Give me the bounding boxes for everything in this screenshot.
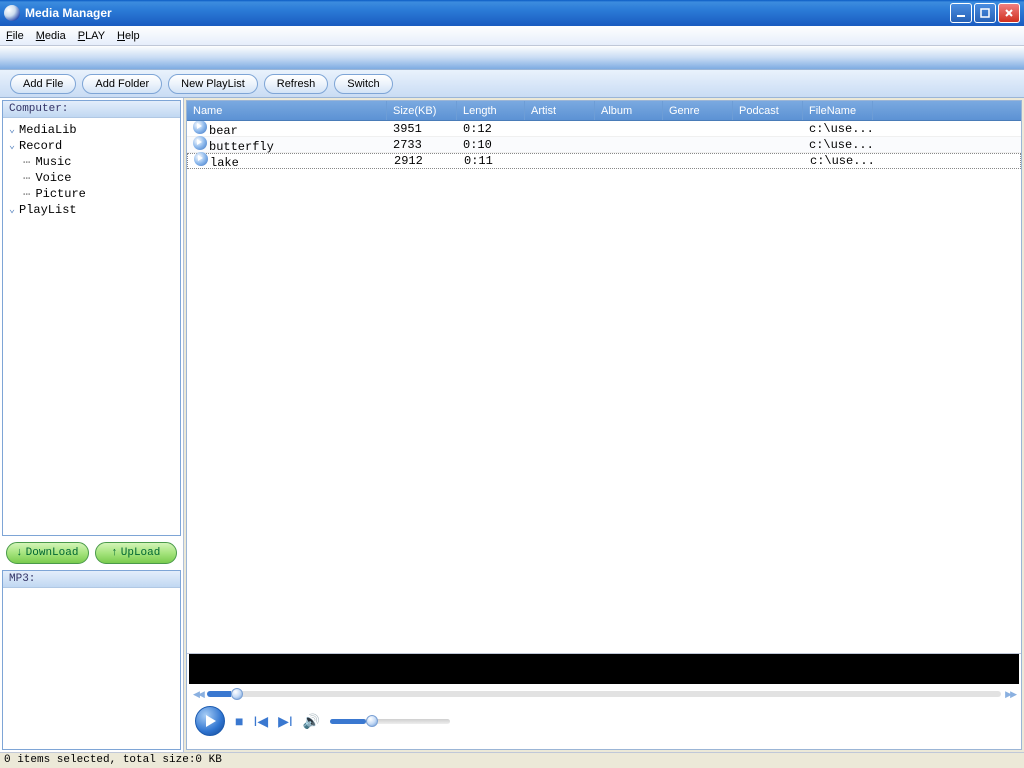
- col-length[interactable]: Length: [457, 101, 525, 120]
- mp3-panel-header: MP3:: [3, 571, 180, 588]
- tree-item-voice[interactable]: ⋯ Voice: [5, 170, 178, 186]
- volume-slider[interactable]: [330, 719, 450, 724]
- col-filename[interactable]: FileName: [803, 101, 873, 120]
- main-area: Name Size(KB) Length Artist Album Genre …: [186, 100, 1022, 750]
- upload-button[interactable]: ↑UpLoad: [95, 542, 178, 564]
- media-file-icon: [194, 152, 208, 166]
- list-row[interactable]: butterfly 2733 0:10 c:\use...: [187, 137, 1021, 153]
- add-folder-button[interactable]: Add Folder: [82, 74, 162, 94]
- tree-item-record[interactable]: ⌄Record: [5, 138, 178, 154]
- sidebar: Computer: ⌄MediaLib ⌄Record ⋯ Music ⋯ Vo…: [0, 98, 184, 752]
- col-size[interactable]: Size(KB): [387, 101, 457, 120]
- gradient-band: [0, 46, 1024, 70]
- tree-item-picture[interactable]: ⋯ Picture: [5, 186, 178, 202]
- switch-button[interactable]: Switch: [334, 74, 392, 94]
- seek-slider[interactable]: [207, 691, 1001, 697]
- close-button[interactable]: [998, 3, 1020, 23]
- toolbar: Add File Add Folder New PlayList Refresh…: [0, 70, 1024, 98]
- seek-fwd-icon[interactable]: ▶▶: [1005, 689, 1015, 700]
- video-strip: [189, 654, 1019, 684]
- refresh-button[interactable]: Refresh: [264, 74, 329, 94]
- chevron-down-icon[interactable]: ⌄: [5, 204, 19, 216]
- file-list: bear 3951 0:12 c:\use... butterfly 2733 …: [187, 121, 1021, 653]
- download-icon: ↓: [16, 547, 23, 559]
- player: ◀◀ ▶▶ ■ I◀ ▶I 🔊: [187, 653, 1021, 749]
- maximize-button[interactable]: [974, 3, 996, 23]
- col-podcast[interactable]: Podcast: [733, 101, 803, 120]
- tree-item-playlist[interactable]: ⌄PlayList: [5, 202, 178, 218]
- window-title: Media Manager: [25, 6, 950, 20]
- volume-icon[interactable]: 🔊: [303, 713, 320, 730]
- menu-file[interactable]: File: [6, 30, 24, 42]
- col-name[interactable]: Name: [187, 101, 387, 120]
- col-album[interactable]: Album: [595, 101, 663, 120]
- minimize-button[interactable]: [950, 3, 972, 23]
- tree-item-medialib[interactable]: ⌄MediaLib: [5, 122, 178, 138]
- add-file-button[interactable]: Add File: [10, 74, 76, 94]
- status-bar: 0 items selected, total size:0 KB: [0, 752, 1024, 768]
- media-file-icon: [193, 121, 207, 134]
- volume-thumb[interactable]: [366, 715, 378, 727]
- menu-play[interactable]: PLAY: [78, 30, 105, 42]
- column-headers: Name Size(KB) Length Artist Album Genre …: [187, 101, 1021, 121]
- media-file-icon: [193, 136, 207, 150]
- col-genre[interactable]: Genre: [663, 101, 733, 120]
- prev-track-button[interactable]: I◀: [253, 713, 268, 730]
- tree-item-music[interactable]: ⋯ Music: [5, 154, 178, 170]
- upload-icon: ↑: [111, 547, 118, 559]
- play-button[interactable]: [195, 706, 225, 736]
- new-playlist-button[interactable]: New PlayList: [168, 74, 258, 94]
- chevron-down-icon[interactable]: ⌄: [5, 124, 19, 136]
- menu-media[interactable]: Media: [36, 30, 66, 42]
- seek-thumb[interactable]: [231, 688, 243, 700]
- download-button[interactable]: ↓DownLoad: [6, 542, 89, 564]
- col-artist[interactable]: Artist: [525, 101, 595, 120]
- menu-help[interactable]: Help: [117, 30, 140, 42]
- app-icon: [4, 5, 20, 21]
- mp3-tree: [3, 588, 180, 749]
- menu-bar: File Media PLAY Help: [0, 26, 1024, 46]
- list-row[interactable]: lake 2912 0:11 c:\use...: [187, 153, 1021, 169]
- stop-button[interactable]: ■: [235, 713, 243, 729]
- next-track-button[interactable]: ▶I: [278, 713, 293, 730]
- computer-panel-header: Computer:: [3, 101, 180, 118]
- seek-back-icon[interactable]: ◀◀: [193, 689, 203, 700]
- title-bar: Media Manager: [0, 0, 1024, 26]
- chevron-down-icon[interactable]: ⌄: [5, 140, 19, 152]
- tree: ⌄MediaLib ⌄Record ⋯ Music ⋯ Voice ⋯ Pict…: [3, 118, 180, 535]
